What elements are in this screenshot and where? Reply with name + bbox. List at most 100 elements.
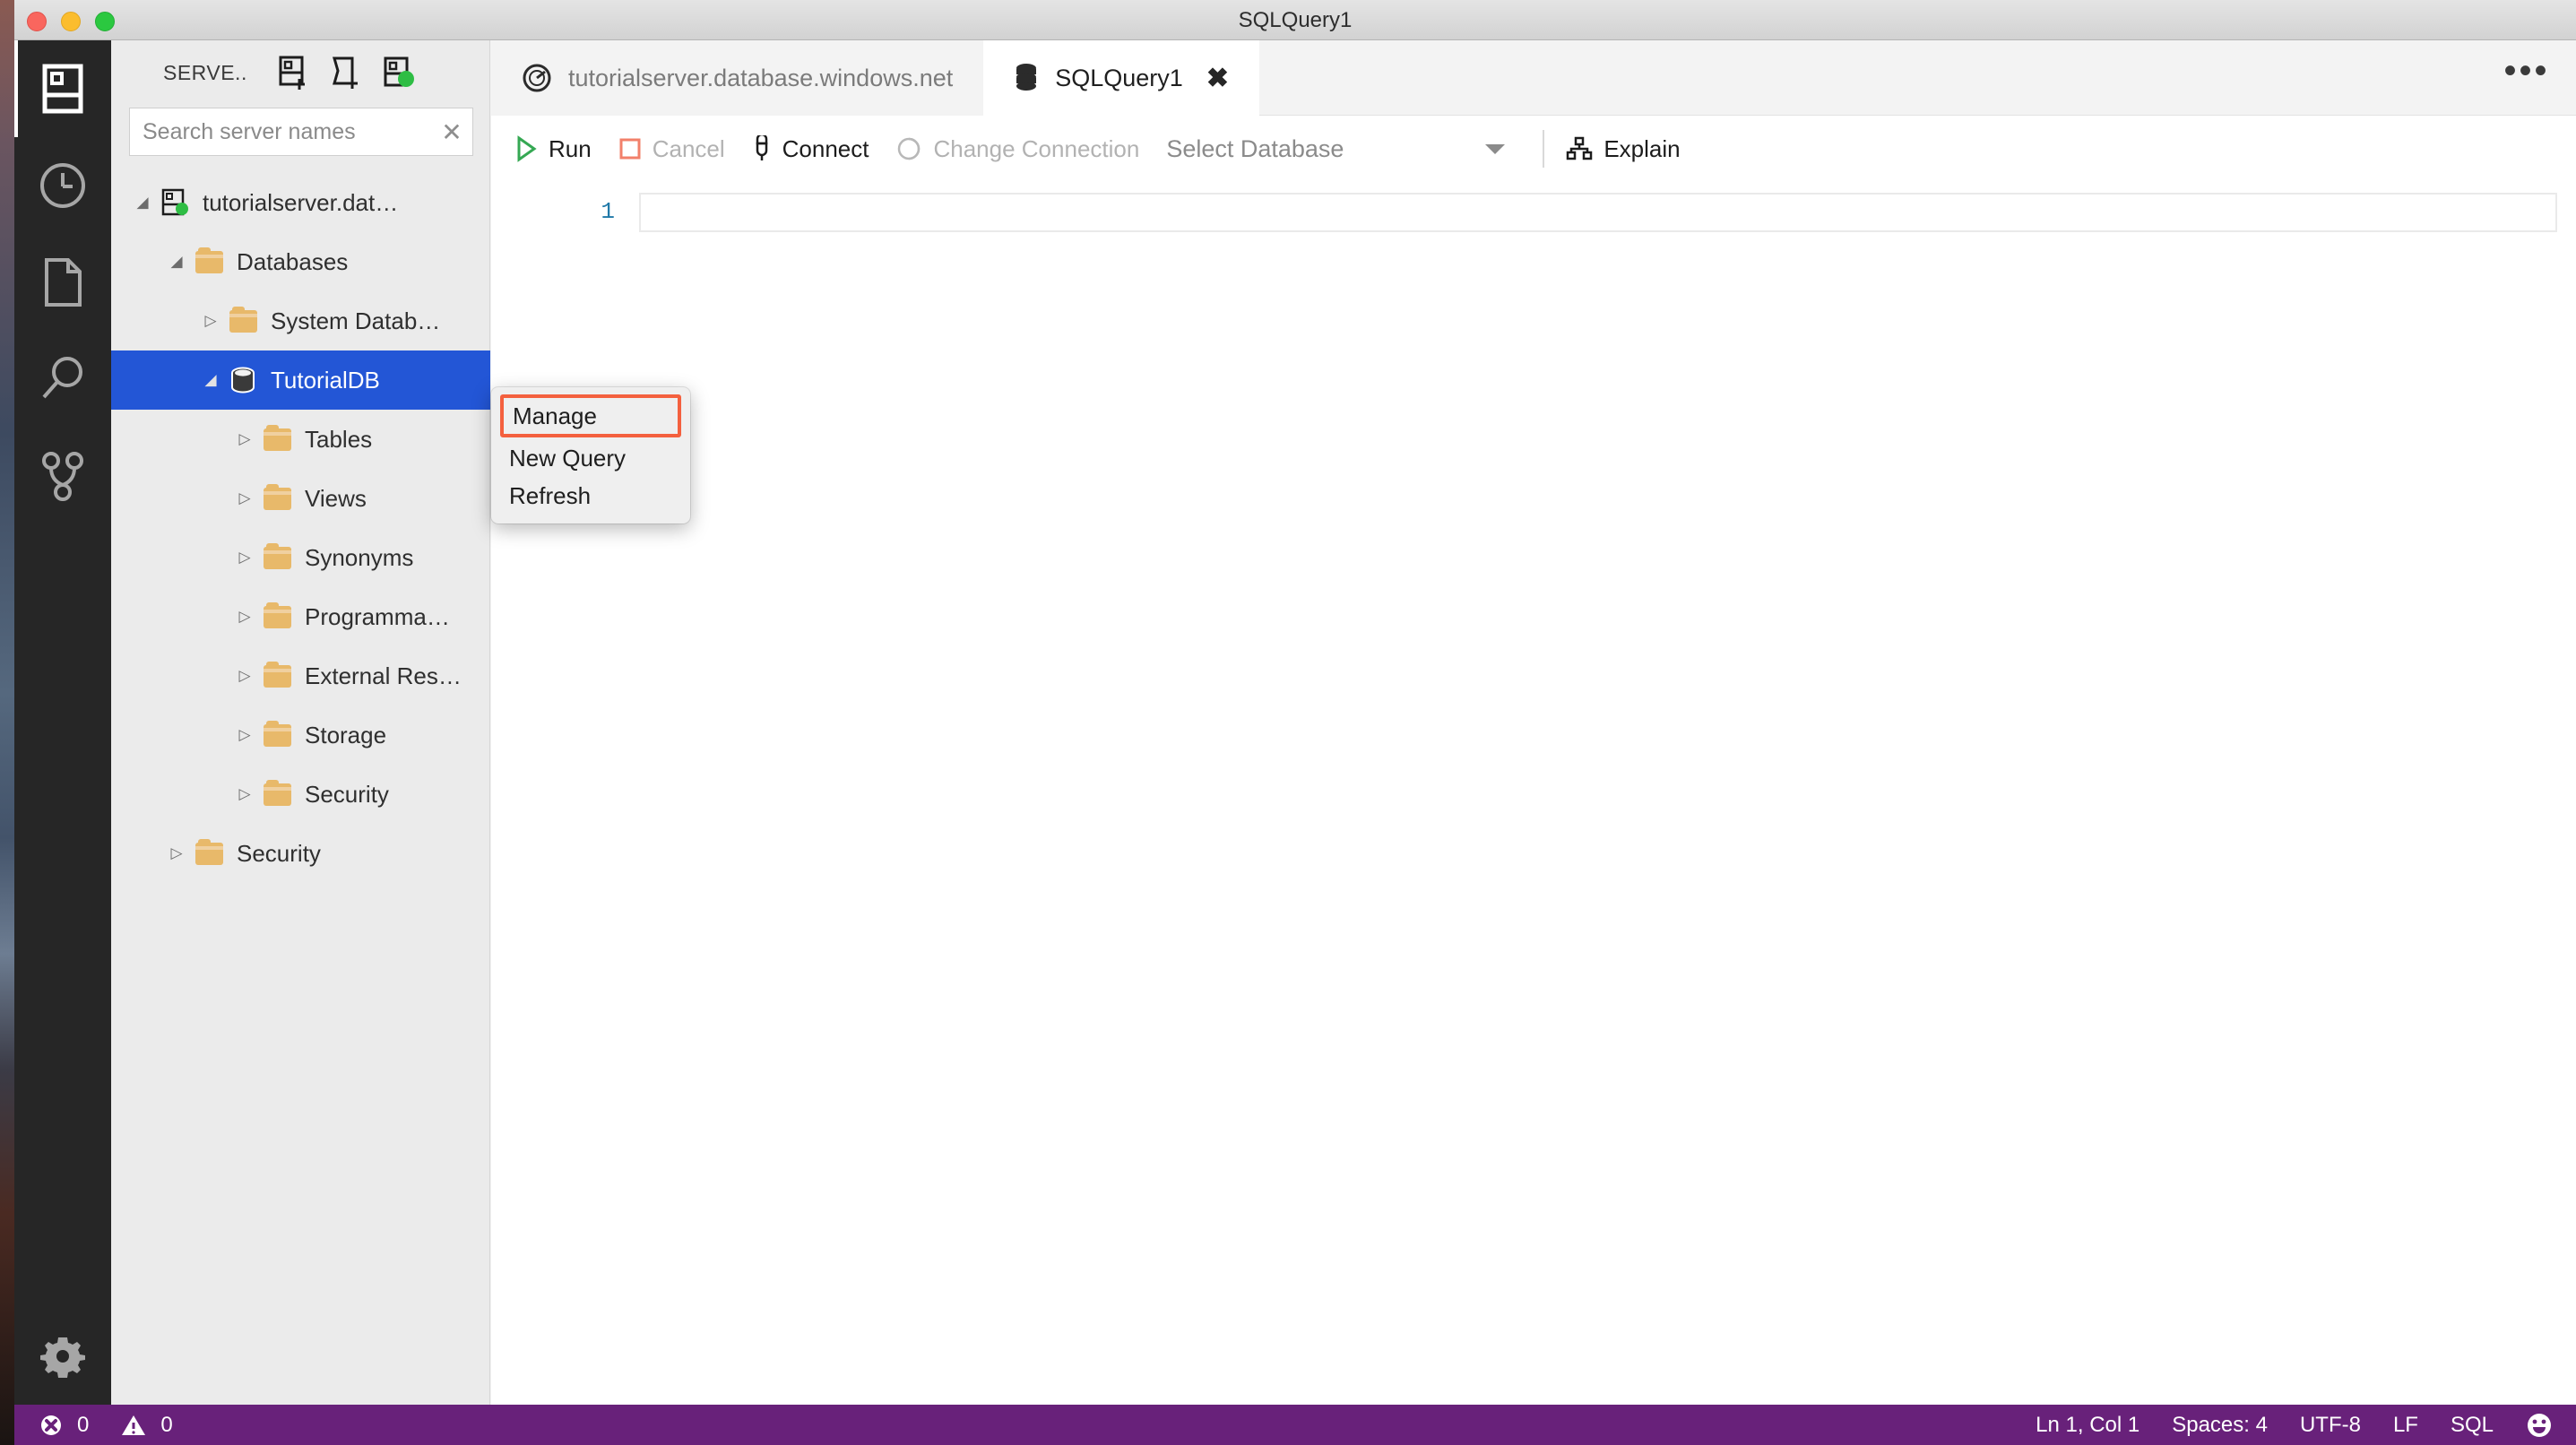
tree-item-label: Security	[237, 839, 321, 867]
feedback-button[interactable]	[2526, 1412, 2553, 1439]
chevron-right-icon[interactable]: ▷	[231, 722, 258, 748]
tab-sqlquery1[interactable]: SQLQuery1 ✖	[983, 40, 1259, 116]
folder-icon	[190, 247, 228, 275]
chevron-right-icon[interactable]: ▷	[163, 840, 190, 867]
change-connection-button: Change Connection	[895, 135, 1139, 163]
tree-item-synonyms[interactable]: ▷ Synonyms	[111, 528, 490, 587]
chevron-right-icon[interactable]: ▷	[231, 485, 258, 512]
tree-item-label: Programma…	[305, 602, 450, 630]
add-server-icon	[279, 56, 305, 90]
activity-item-file-explorer[interactable]	[14, 234, 111, 331]
tree-item-tutorialserver-dat[interactable]: ◢ tutorialserver.dat…	[111, 173, 490, 232]
tree-item-storage[interactable]: ▷ Storage	[111, 705, 490, 765]
folder-icon	[258, 720, 296, 748]
explain-plan-icon	[1567, 136, 1593, 160]
sql-editor[interactable]: 1	[491, 182, 2576, 1405]
server-search-box[interactable]: ✕	[129, 108, 473, 156]
query-toolbar: Run Cancel Connect Change Connection Sel…	[491, 116, 2576, 182]
cancel-button: Cancel	[618, 135, 725, 163]
folder-icon	[224, 306, 262, 334]
toolbar-separator	[1543, 130, 1545, 168]
tab-bar-filler	[1258, 40, 2477, 115]
chevron-right-icon[interactable]: ▷	[231, 426, 258, 453]
file-icon	[45, 258, 82, 307]
chevron-right-icon[interactable]: ▷	[231, 662, 258, 689]
chevron-down-icon	[1485, 144, 1506, 154]
tree-item-security[interactable]: ▷ Security	[111, 765, 490, 824]
chevron-right-icon[interactable]: ▷	[231, 544, 258, 571]
connected-server-button[interactable]	[376, 51, 419, 94]
chevron-right-icon[interactable]: ▷	[197, 307, 224, 334]
search-input[interactable]	[130, 118, 431, 145]
tree-item-label: Storage	[305, 721, 387, 748]
activity-item-settings[interactable]	[14, 1308, 111, 1405]
tab-label: tutorialserver.database.windows.net	[568, 64, 954, 91]
tree-item-label: External Res…	[305, 662, 462, 689]
context-menu-item-refresh[interactable]: Refresh	[491, 477, 690, 515]
warnings-status[interactable]: 0	[121, 1413, 173, 1438]
chevron-down-icon[interactable]: ◢	[197, 367, 224, 394]
database-select-dropdown[interactable]: Select Database	[1166, 135, 1525, 163]
tree-item-views[interactable]: ▷ Views	[111, 469, 490, 528]
run-button[interactable]: Run	[514, 135, 592, 163]
tab-close-button[interactable]: ✖	[1206, 63, 1229, 94]
context-menu-item-new-query[interactable]: New Query	[491, 439, 690, 477]
cursor-position[interactable]: Ln 1, Col 1	[2036, 1413, 2139, 1438]
explain-label: Explain	[1604, 134, 1681, 162]
tab-dashboard[interactable]: tutorialserver.database.windows.net	[491, 40, 984, 116]
problems-status[interactable]: 0	[39, 1413, 89, 1438]
tree-item-external-res[interactable]: ▷ External Res…	[111, 646, 490, 705]
tree-item-label: tutorialserver.dat…	[203, 188, 399, 216]
chevron-right-icon[interactable]: ▷	[231, 781, 258, 808]
dashboard-gauge-icon	[522, 63, 552, 93]
tree-item-programma[interactable]: ▷ Programma…	[111, 587, 490, 646]
tab-bar: tutorialserver.database.windows.net SQLQ…	[491, 40, 2576, 116]
tree-item-databases[interactable]: ◢ Databases	[111, 232, 490, 291]
change-connection-label: Change Connection	[933, 134, 1140, 162]
application-window: SQLQuery1 SERVE.. Search server names ✕ …	[14, 0, 2576, 1445]
chevron-down-icon[interactable]: ◢	[163, 248, 190, 275]
magnifier-icon	[42, 357, 82, 399]
tree-item-system-datab[interactable]: ▷ System Datab…	[111, 291, 490, 350]
context-menu-item-manage[interactable]: Manage	[500, 394, 681, 437]
status-bar: 0 0 Ln 1, Col 1 Spaces: 4 UTF-8 LF SQL	[14, 1405, 2576, 1445]
chevron-down-icon[interactable]: ◢	[129, 189, 156, 216]
servers-sidebar: SERVE.. Search server names ✕ ◢ tutorial…	[111, 40, 490, 1405]
connect-label: Connect	[782, 134, 869, 162]
activity-item-history[interactable]	[14, 137, 111, 234]
indentation-status[interactable]: Spaces: 4	[2172, 1413, 2268, 1438]
tree-item-label: Views	[305, 484, 367, 512]
activity-item-search[interactable]	[14, 331, 111, 428]
tree-item-security[interactable]: ▷ Security	[111, 824, 490, 883]
explain-button[interactable]: Explain	[1566, 134, 1681, 163]
plug-icon	[756, 135, 767, 160]
tree-item-label: Databases	[237, 247, 349, 275]
chevron-right-icon[interactable]: ▷	[231, 603, 258, 630]
gear-icon	[40, 1337, 85, 1378]
more-actions-button[interactable]: •••	[2477, 40, 2576, 115]
activity-item-source-control[interactable]	[14, 428, 111, 524]
status-bar-right: Ln 1, Col 1 Spaces: 4 UTF-8 LF SQL	[2003, 1412, 2576, 1439]
database-icon	[224, 367, 262, 394]
tree-item-tables[interactable]: ▷ Tables	[111, 410, 490, 469]
activity-bar	[14, 40, 111, 1405]
server-tree: ◢ tutorialserver.dat… ◢ Databases ▷ System Da…	[111, 173, 490, 883]
connect-button[interactable]: Connect	[752, 135, 869, 163]
encoding-status[interactable]: UTF-8	[2300, 1413, 2361, 1438]
folder-icon	[258, 601, 296, 630]
sidebar-header: SERVE..	[111, 40, 490, 105]
tree-item-label: Tables	[305, 425, 373, 453]
current-line-highlight[interactable]	[639, 193, 2557, 232]
change-connection-icon	[898, 137, 921, 160]
line-ending-status[interactable]: LF	[2393, 1413, 2418, 1438]
activity-item-servers[interactable]	[14, 40, 111, 137]
add-server-group-button[interactable]	[324, 51, 367, 94]
play-icon	[517, 135, 537, 162]
smiley-icon	[2528, 1413, 2551, 1437]
folder-icon	[258, 424, 296, 453]
stop-square-icon	[619, 138, 641, 160]
language-mode-status[interactable]: SQL	[2451, 1413, 2494, 1438]
clear-search-icon[interactable]: ✕	[431, 108, 472, 155]
tree-item-tutorialdb[interactable]: ◢ TutorialDB	[111, 350, 490, 410]
add-server-button[interactable]	[272, 51, 316, 94]
